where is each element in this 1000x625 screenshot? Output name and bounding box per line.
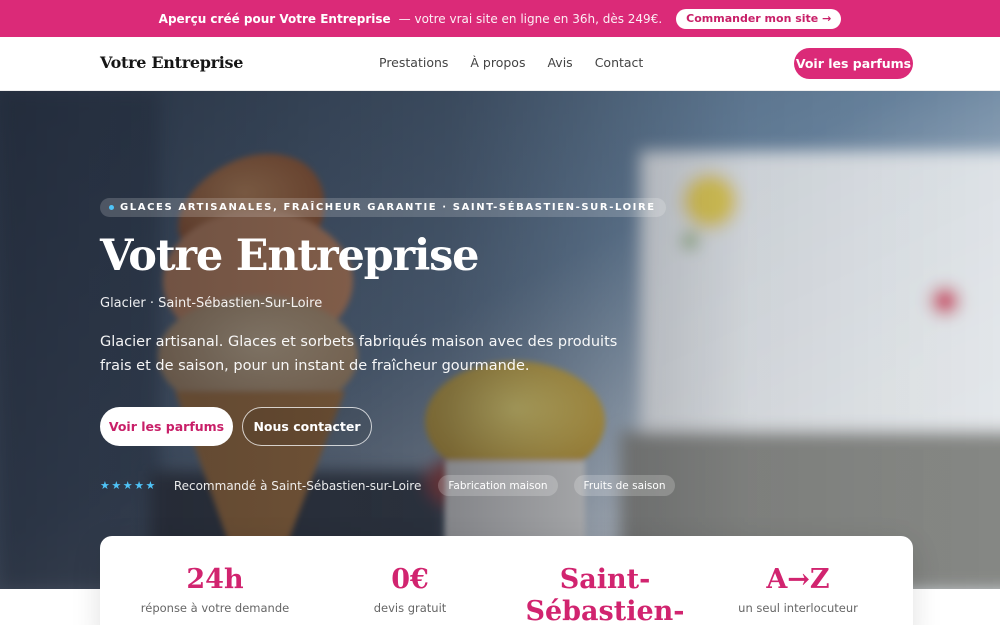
nav-link-contact[interactable]: Contact (595, 55, 644, 70)
stats-card: 24h réponse à votre demande 0€ devis gra… (100, 536, 913, 625)
recommendation-text: Recommandé à Saint-Sébastien-sur-Loire (173, 478, 422, 493)
hero-eyebrow-text: GLACES ARTISANALES, FRAÎCHEUR GARANTIE ·… (120, 202, 656, 213)
contact-us-button[interactable]: Nous contacter (242, 407, 372, 446)
nav-link-a-propos[interactable]: À propos (470, 55, 525, 70)
tag-fruits-de-saison: Fruits de saison (573, 475, 676, 496)
promo-bar: Aperçu créé pour Votre Entreprise — votr… (0, 0, 1000, 37)
stat-label: devis gratuit (373, 601, 447, 615)
brand-logo[interactable]: Votre Entreprise (100, 53, 243, 72)
nav-link-prestations[interactable]: Prestations (379, 55, 448, 70)
hero-subtitle: Glacier · Saint-Sébastien-Sur-Loire (100, 296, 323, 311)
rating-stars-icon: ★★★★★ (100, 479, 157, 492)
nav-cta-button[interactable]: Voir les parfums (794, 48, 913, 79)
promo-strong-text: Aperçu créé pour Votre Entreprise (158, 11, 391, 26)
stat-value: 24h (186, 564, 244, 595)
nav-link-avis[interactable]: Avis (547, 55, 572, 70)
stat-value: Saint-Sébastien- (525, 564, 685, 625)
stat-label: un seul interlocuteur (738, 601, 858, 615)
hero-section: GLACES ARTISANALES, FRAÎCHEUR GARANTIE ·… (0, 91, 1000, 589)
stat-free-quote: 0€ devis gratuit (310, 564, 510, 615)
promo-text: — votre vrai site en ligne en 36h, dès 2… (398, 11, 663, 26)
tag-fabrication-maison: Fabrication maison (438, 475, 558, 496)
stat-location: Saint-Sébastien- (505, 564, 705, 625)
stat-value: 0€ (391, 564, 429, 595)
dot-icon (109, 205, 114, 210)
navbar: Votre Entreprise Prestations À propos Av… (0, 37, 1000, 91)
hero-title: Votre Entreprise (100, 231, 479, 281)
nav-links: Prestations À propos Avis Contact (379, 55, 643, 70)
hero-description: Glacier artisanal. Glaces et sorbets fab… (100, 334, 618, 374)
hero-eyebrow-badge: GLACES ARTISANALES, FRAÎCHEUR GARANTIE ·… (100, 198, 666, 217)
trust-row: ★★★★★ Recommandé à Saint-Sébastien-sur-L… (100, 475, 676, 496)
stat-response-time: 24h réponse à votre demande (115, 564, 315, 615)
stat-value: A→Z (766, 564, 830, 595)
view-flavors-button[interactable]: Voir les parfums (100, 407, 233, 446)
order-site-button[interactable]: Commander mon site → (676, 8, 842, 29)
stat-label: réponse à votre demande (140, 601, 290, 615)
stat-single-contact: A→Z un seul interlocuteur (698, 564, 898, 615)
